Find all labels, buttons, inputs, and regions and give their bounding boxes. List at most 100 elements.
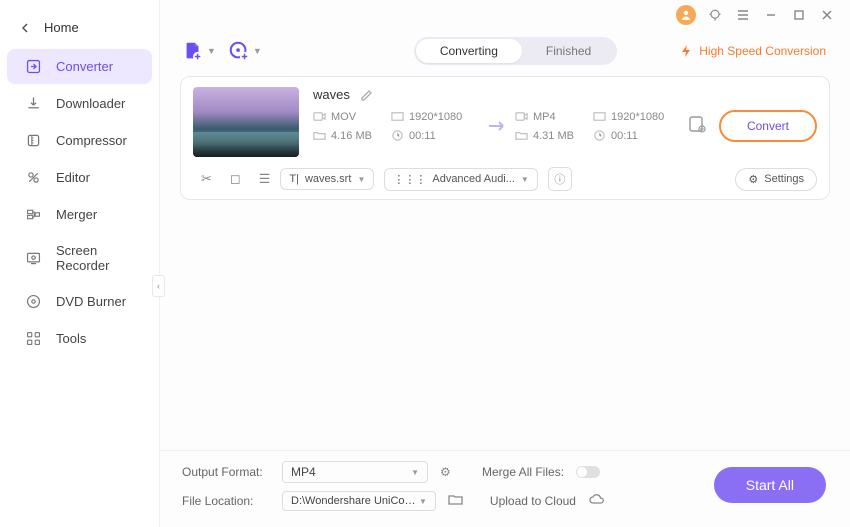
sidebar-item-merger[interactable]: Merger xyxy=(7,197,152,232)
editor-icon xyxy=(25,169,42,186)
titlebar xyxy=(160,0,850,30)
arrow-icon xyxy=(485,119,511,133)
topbar: ▼ ▼ Converting Finished High Speed Conve… xyxy=(160,30,850,72)
subtitle-prefix-icon: T| xyxy=(289,173,299,185)
audio-select[interactable]: ⋮⋮⋮ Advanced Audi... ▼ xyxy=(384,168,537,191)
tab-label: Converting xyxy=(440,44,498,58)
sidebar-item-label: Tools xyxy=(56,331,86,346)
chevron-down-icon: ▼ xyxy=(419,497,427,506)
output-preset-button[interactable] xyxy=(687,114,707,139)
main-area: ▼ ▼ Converting Finished High Speed Conve… xyxy=(160,0,850,527)
folder-icon xyxy=(313,129,326,142)
file-location-value: D:\Wondershare UniConverter 1 xyxy=(291,495,419,507)
sidebar-item-compressor[interactable]: Compressor xyxy=(7,123,152,158)
src-res: 1920*1080 xyxy=(409,111,462,123)
sidebar-item-label: Downloader xyxy=(56,96,125,111)
sidebar-item-converter[interactable]: Converter xyxy=(7,49,152,84)
close-icon[interactable] xyxy=(818,6,836,24)
sidebar-item-editor[interactable]: Editor xyxy=(7,160,152,195)
footer: Output Format: MP4 ▼ ⚙ Merge All Files: … xyxy=(160,450,850,527)
dst-res: 1920*1080 xyxy=(611,111,664,123)
src-format: MOV xyxy=(331,111,356,123)
video-icon xyxy=(515,110,528,123)
output-settings-icon[interactable]: ⚙ xyxy=(440,465,456,479)
dst-size: 4.31 MB xyxy=(533,130,574,142)
cloud-icon[interactable] xyxy=(588,493,604,509)
chevron-down-icon: ▼ xyxy=(521,175,529,184)
merge-label: Merge All Files: xyxy=(482,465,564,479)
convert-label: Convert xyxy=(747,119,789,133)
tools-icon xyxy=(25,330,42,347)
file-location-select[interactable]: D:\Wondershare UniConverter 1 ▼ xyxy=(282,491,436,511)
downloader-icon xyxy=(25,95,42,112)
sidebar-item-label: Screen Recorder xyxy=(56,243,140,273)
add-file-icon xyxy=(182,40,204,62)
settings-label: Settings xyxy=(764,173,804,185)
high-speed-conversion-button[interactable]: High Speed Conversion xyxy=(679,44,826,58)
user-avatar-icon[interactable] xyxy=(676,5,696,25)
add-dvd-button[interactable]: ▼ xyxy=(228,40,262,62)
sidebar-collapse-handle[interactable]: ‹ xyxy=(152,275,165,297)
effects-icon[interactable]: ☰ xyxy=(259,171,271,187)
upload-cloud-label: Upload to Cloud xyxy=(490,494,576,508)
file-location-label: File Location: xyxy=(182,494,270,508)
clock-icon xyxy=(391,129,404,142)
chevron-down-icon: ▼ xyxy=(411,468,419,477)
add-file-button[interactable]: ▼ xyxy=(182,40,216,62)
sidebar-item-label: Merger xyxy=(56,207,97,222)
menu-icon[interactable] xyxy=(734,6,752,24)
home-nav[interactable]: Home xyxy=(0,8,159,47)
src-size: 4.16 MB xyxy=(331,130,372,142)
audio-value: Advanced Audi... xyxy=(432,173,515,185)
clock-icon xyxy=(593,129,606,142)
support-icon[interactable] xyxy=(706,6,724,24)
edit-icon[interactable] xyxy=(360,88,374,102)
tab-converting[interactable]: Converting xyxy=(416,39,522,63)
tab-finished[interactable]: Finished xyxy=(522,39,615,63)
file-list: waves MOV 4.16 MB 1920*1080 00:11 xyxy=(160,72,850,450)
sidebar-item-dvd-burner[interactable]: DVD Burner xyxy=(7,284,152,319)
start-all-label: Start All xyxy=(746,477,794,493)
sidebar-item-tools[interactable]: Tools xyxy=(7,321,152,356)
subtitle-select[interactable]: T| waves.srt ▼ xyxy=(280,168,374,190)
merge-toggle[interactable] xyxy=(576,466,600,478)
back-icon xyxy=(20,23,30,33)
converter-icon xyxy=(25,58,42,75)
home-label: Home xyxy=(44,20,79,35)
dst-duration: 00:11 xyxy=(611,130,638,142)
resolution-icon xyxy=(593,110,606,123)
audio-wave-icon: ⋮⋮⋮ xyxy=(393,173,426,186)
resolution-icon xyxy=(391,110,404,123)
merger-icon xyxy=(25,206,42,223)
folder-icon xyxy=(515,129,528,142)
sidebar-item-downloader[interactable]: Downloader xyxy=(7,86,152,121)
sidebar-item-label: Converter xyxy=(56,59,113,74)
add-disc-icon xyxy=(228,40,250,62)
start-all-button[interactable]: Start All xyxy=(714,467,826,503)
src-duration: 00:11 xyxy=(409,130,436,142)
hsc-label: High Speed Conversion xyxy=(699,44,826,58)
sidebar: Home Converter Downloader Compressor Edi… xyxy=(0,0,160,527)
trim-icon[interactable]: ✂ xyxy=(201,171,212,187)
sidebar-item-screen-recorder[interactable]: Screen Recorder xyxy=(7,234,152,282)
settings-button[interactable]: ⚙ Settings xyxy=(735,168,817,191)
sidebar-item-label: Compressor xyxy=(56,133,127,148)
crop-icon[interactable]: ◻ xyxy=(230,171,241,187)
chevron-down-icon: ▼ xyxy=(357,175,365,184)
info-button[interactable]: ⓘ xyxy=(548,167,572,191)
sidebar-item-label: Editor xyxy=(56,170,90,185)
output-format-label: Output Format: xyxy=(182,465,270,479)
output-format-select[interactable]: MP4 ▼ xyxy=(282,461,428,483)
open-folder-icon[interactable] xyxy=(448,493,464,509)
minimize-icon[interactable] xyxy=(762,6,780,24)
file-card: waves MOV 4.16 MB 1920*1080 00:11 xyxy=(180,76,830,200)
gear-icon: ⚙ xyxy=(748,173,758,186)
chevron-down-icon: ▼ xyxy=(253,46,262,56)
maximize-icon[interactable] xyxy=(790,6,808,24)
video-thumbnail[interactable] xyxy=(193,87,299,157)
dst-format: MP4 xyxy=(533,111,556,123)
output-format-value: MP4 xyxy=(291,465,316,479)
file-name: waves xyxy=(313,87,350,102)
video-icon xyxy=(313,110,326,123)
convert-button[interactable]: Convert xyxy=(719,110,817,142)
